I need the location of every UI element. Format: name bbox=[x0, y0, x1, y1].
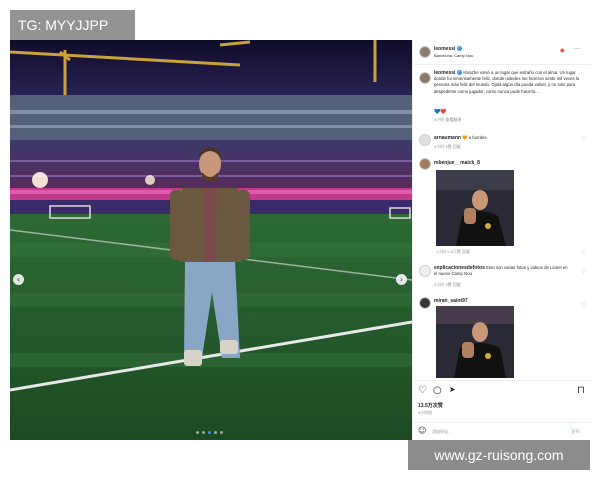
more-options-icon[interactable]: ··· bbox=[574, 46, 580, 52]
verified-icon: ✓ bbox=[456, 46, 462, 52]
previous-photo-button[interactable]: ‹ bbox=[13, 274, 24, 285]
comment-photo bbox=[436, 170, 514, 246]
comment-icon[interactable]: ○ bbox=[433, 385, 442, 396]
comment-like-icon[interactable]: ♡ bbox=[581, 302, 586, 309]
comment-text: 🧡 a hombre bbox=[462, 135, 487, 140]
comment-input[interactable]: 添加评论… bbox=[432, 429, 452, 435]
comment-likes[interactable]: 5.8万赞 bbox=[447, 249, 461, 254]
verified-icon: ✓ bbox=[456, 70, 462, 76]
carousel-dot[interactable] bbox=[214, 431, 217, 434]
reply-button[interactable]: 回复 bbox=[462, 249, 470, 254]
comment-item: mbenjue__maick_8 bbox=[434, 160, 480, 166]
post-comment-button[interactable]: 发布 bbox=[571, 429, 580, 435]
comment-image[interactable] bbox=[436, 306, 514, 378]
comment-item: arnaumann 🧡 a hombre bbox=[434, 135, 574, 141]
comment-avatar[interactable] bbox=[419, 134, 431, 146]
chevron-right-icon: › bbox=[399, 275, 404, 284]
comment-like-icon[interactable]: ♡ bbox=[581, 136, 586, 143]
caption-avatar[interactable] bbox=[419, 72, 431, 84]
caption-meta: 4小时 查看翻译 bbox=[434, 117, 461, 123]
comment-avatar[interactable] bbox=[419, 158, 431, 170]
add-comment-bar: ☺ 添加评论… 发布 bbox=[413, 422, 591, 441]
carousel-dot-active[interactable] bbox=[208, 431, 211, 434]
watermark-bottom: www.gz-ruisong.com bbox=[408, 440, 590, 470]
like-icon[interactable]: ♡ bbox=[418, 385, 427, 396]
reply-button[interactable]: 回复 bbox=[453, 144, 461, 149]
badge-icon: ◆ bbox=[560, 48, 565, 54]
comment-time: 2小时 bbox=[434, 282, 445, 287]
comment-meta: 2小时 3赞 回复 bbox=[434, 282, 461, 288]
post-time: 4小时前 bbox=[418, 410, 433, 415]
comment-item: explicacionesdefotos Esto son varias fot… bbox=[434, 265, 569, 277]
caption-username[interactable]: leomessi bbox=[434, 70, 455, 76]
comment-like-icon[interactable]: ♡ bbox=[581, 249, 586, 256]
comment-photo bbox=[436, 306, 514, 378]
see-translation-link[interactable]: 查看翻译 bbox=[445, 117, 461, 122]
post-photo[interactable]: ‹ › bbox=[10, 40, 412, 440]
likes-count[interactable]: 13.5万次赞 bbox=[418, 402, 443, 409]
comment-username[interactable]: arnaumann bbox=[434, 135, 461, 141]
carousel-dot[interactable] bbox=[220, 431, 223, 434]
emoji-icon[interactable]: ☺ bbox=[418, 426, 426, 435]
comment-avatar[interactable] bbox=[419, 265, 431, 277]
comment-username[interactable]: mbenjue__maick_8 bbox=[434, 160, 480, 166]
post-side-panel: leomessi ✓ Barcelona, Camp Nou ◆ ··· leo… bbox=[412, 40, 591, 441]
caption-emojis: 💙❤️ bbox=[434, 109, 447, 115]
comment-likes[interactable]: 3赞 bbox=[445, 282, 451, 287]
carousel-dot[interactable] bbox=[202, 431, 205, 434]
comment-likes[interactable]: 4赞 bbox=[445, 144, 451, 149]
post-header: leomessi ✓ Barcelona, Camp Nou ◆ ··· bbox=[413, 40, 591, 65]
carousel-dots bbox=[196, 431, 223, 434]
author-avatar[interactable] bbox=[419, 46, 431, 58]
comment-time: 4小时 bbox=[434, 144, 445, 149]
share-icon[interactable]: ➤ bbox=[449, 385, 456, 394]
comment-like-icon[interactable]: ♡ bbox=[581, 268, 586, 275]
caption: leomessi ✓ Abrazhe volvé a un lugar que … bbox=[434, 70, 584, 95]
comment-username[interactable]: miran_saint97 bbox=[434, 298, 468, 304]
carousel-dot[interactable] bbox=[196, 431, 199, 434]
page: ‹ › leomessi ✓ Barcelona, Camp Nou ◆ ···… bbox=[0, 0, 600, 480]
comment-meta: 1小时 5.8万赞 回复 bbox=[436, 249, 470, 255]
author-username[interactable]: leomessi bbox=[434, 46, 455, 52]
caption-time: 4小时 bbox=[434, 117, 445, 122]
chevron-left-icon: ‹ bbox=[16, 275, 21, 284]
stadium-scene bbox=[10, 40, 412, 440]
reply-button[interactable]: 回复 bbox=[453, 282, 461, 287]
save-icon[interactable]: ⊓ bbox=[577, 385, 585, 396]
comment-item: miran_saint97 bbox=[434, 298, 468, 304]
next-photo-button[interactable]: › bbox=[396, 274, 407, 285]
caption-text: Abrazhe volvé a un lugar que extraño con… bbox=[434, 70, 580, 94]
comment-meta: 4小时 4赞 回复 bbox=[434, 144, 461, 150]
comment-time: 1小时 bbox=[436, 249, 447, 254]
comment-avatar[interactable] bbox=[419, 297, 431, 309]
post-location[interactable]: Barcelona, Camp Nou bbox=[434, 53, 473, 58]
watermark-top: TG: MYYJJPP bbox=[10, 10, 135, 40]
comment-image[interactable] bbox=[436, 170, 514, 246]
